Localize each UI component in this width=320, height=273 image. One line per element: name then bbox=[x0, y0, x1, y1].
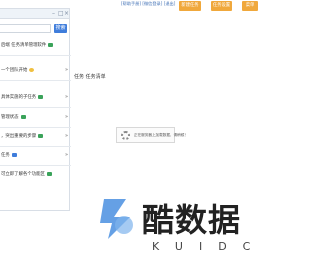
list-item[interactable]: 任务 » bbox=[0, 147, 71, 166]
status-tag-icon bbox=[38, 94, 44, 99]
list-item[interactable]: 管理状态 » bbox=[0, 109, 71, 128]
list-item-label: 一个团队开始 bbox=[1, 67, 35, 73]
list-item[interactable]: 具体实施的子任务 » bbox=[0, 89, 71, 108]
section-title: 任务 任务清单 bbox=[74, 74, 106, 80]
task-list-panel: – □ × 搜索 后端 任务清单管理软件 一个团队开始 » 具体实施的子任务 »… bbox=[0, 8, 71, 211]
loading-text: 正在服务器上加载数据，请稍候！ bbox=[134, 133, 188, 137]
new-task-button[interactable]: 新建任务 bbox=[179, 1, 201, 11]
list-item[interactable]: 后端 任务清单管理软件 bbox=[0, 37, 71, 56]
expand-arrow-icon[interactable]: » bbox=[65, 94, 68, 100]
search-input[interactable] bbox=[0, 24, 51, 33]
close-icon[interactable]: × bbox=[64, 11, 69, 17]
expand-arrow-icon[interactable]: » bbox=[65, 114, 68, 120]
expand-arrow-icon[interactable]: » bbox=[65, 152, 68, 158]
status-tag-icon bbox=[48, 42, 54, 47]
list-item[interactable]: 一个团队开始 » bbox=[0, 62, 71, 81]
list-item[interactable]: ，突出重要的步骤 » bbox=[0, 128, 71, 147]
search-row: 搜索 bbox=[0, 22, 71, 36]
status-tag-icon bbox=[11, 152, 17, 157]
status-tag-icon bbox=[38, 133, 44, 138]
watermark-subtitle: KUIDC bbox=[152, 240, 267, 253]
status-tag-icon bbox=[20, 114, 26, 119]
watermark-title: 酷数据 bbox=[142, 201, 242, 239]
expand-arrow-icon[interactable]: » bbox=[65, 67, 68, 73]
spinner-icon bbox=[121, 131, 130, 140]
top-links[interactable]: [帮助手册] [微信登录] [退出] bbox=[121, 1, 175, 7]
bulb-icon bbox=[29, 67, 35, 72]
task-settings-button[interactable]: 任务设置 bbox=[211, 1, 232, 11]
list-item-label: ，突出重要的步骤 bbox=[1, 133, 44, 139]
status-tag-icon bbox=[46, 171, 52, 176]
list-item-label: 任务 bbox=[1, 152, 17, 158]
loading-box: 正在服务器上加载数据，请稍候！ bbox=[116, 127, 188, 143]
kuidc-logo-icon bbox=[100, 199, 133, 239]
minimize-icon[interactable]: – bbox=[51, 11, 56, 17]
list-item-label: 具体实施的子任务 bbox=[1, 94, 44, 100]
panel-header: – □ × bbox=[0, 9, 69, 19]
menu-button[interactable]: 菜单 bbox=[242, 1, 258, 11]
search-button[interactable]: 搜索 bbox=[54, 24, 67, 33]
list-item-label: 可立即了解各个功能区 bbox=[1, 171, 52, 177]
list-item-label: 后端 任务清单管理软件 bbox=[1, 42, 54, 48]
list-item-label: 管理状态 bbox=[1, 114, 26, 120]
list-item[interactable]: 可立即了解各个功能区 bbox=[0, 166, 71, 185]
expand-arrow-icon[interactable]: » bbox=[65, 133, 68, 139]
restore-icon[interactable]: □ bbox=[58, 11, 64, 17]
